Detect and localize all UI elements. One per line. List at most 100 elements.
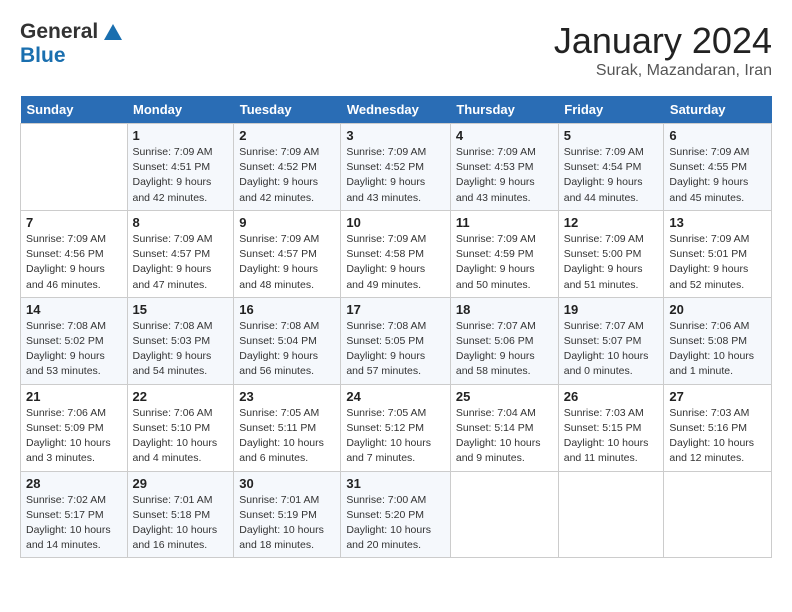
day-number: 1 bbox=[133, 128, 229, 143]
calendar-cell: 11 Sunrise: 7:09 AM Sunset: 4:59 PM Dayli… bbox=[450, 210, 558, 297]
calendar-cell: 1 Sunrise: 7:09 AM Sunset: 4:51 PM Daylig… bbox=[127, 124, 234, 211]
day-number: 13 bbox=[669, 215, 766, 230]
day-number: 2 bbox=[239, 128, 335, 143]
calendar-body: 1 Sunrise: 7:09 AM Sunset: 4:51 PM Daylig… bbox=[21, 124, 772, 558]
calendar-cell: 2Sunrise: 7:09 AM Sunset: 4:52 PM Daylig… bbox=[234, 124, 341, 211]
day-info: Sunrise: 7:04 AM Sunset: 5:14 PM Dayligh… bbox=[456, 406, 553, 467]
calendar-cell: 3 Sunrise: 7:09 AM Sunset: 4:52 PM Daylig… bbox=[341, 124, 451, 211]
day-info: Sunrise: 7:09 AM Sunset: 4:52 PM Dayligh… bbox=[346, 145, 445, 206]
calendar-cell: 14 Sunrise: 7:08 AM Sunset: 5:02 PM Dayli… bbox=[21, 297, 128, 384]
day-number: 25 bbox=[456, 389, 553, 404]
calendar-week-2: 14 Sunrise: 7:08 AM Sunset: 5:02 PM Dayli… bbox=[21, 297, 772, 384]
calendar-cell: 9 Sunrise: 7:09 AM Sunset: 4:57 PM Daylig… bbox=[234, 210, 341, 297]
page-header: General Blue January 2024 Surak, Mazanda… bbox=[20, 20, 772, 80]
day-info: Sunrise: 7:09 AM Sunset: 4:57 PM Dayligh… bbox=[133, 232, 229, 293]
calendar-cell: 10 Sunrise: 7:09 AM Sunset: 4:58 PM Dayli… bbox=[341, 210, 451, 297]
day-number: 6 bbox=[669, 128, 766, 143]
calendar-week-1: 7Sunrise: 7:09 AM Sunset: 4:56 PM Daylig… bbox=[21, 210, 772, 297]
logo-general-text: General bbox=[20, 20, 98, 44]
day-number: 28 bbox=[26, 476, 122, 491]
logo-blue-text: Blue bbox=[20, 44, 66, 67]
weekday-header-monday: Monday bbox=[127, 96, 234, 124]
day-info: Sunrise: 7:09 AM Sunset: 4:53 PM Dayligh… bbox=[456, 145, 553, 206]
calendar-cell: 12 Sunrise: 7:09 AM Sunset: 5:00 PM Dayli… bbox=[558, 210, 664, 297]
day-info: Sunrise: 7:07 AM Sunset: 5:07 PM Dayligh… bbox=[564, 319, 659, 380]
calendar-table: SundayMondayTuesdayWednesdayThursdayFrid… bbox=[20, 96, 772, 558]
calendar-cell: 29 Sunrise: 7:01 AM Sunset: 5:18 PM Dayli… bbox=[127, 471, 234, 558]
day-number: 29 bbox=[133, 476, 229, 491]
calendar-cell bbox=[21, 124, 128, 211]
calendar-cell: 20Sunrise: 7:06 AM Sunset: 5:08 PM Dayli… bbox=[664, 297, 772, 384]
day-info: Sunrise: 7:09 AM Sunset: 4:57 PM Dayligh… bbox=[239, 232, 335, 293]
weekday-header-wednesday: Wednesday bbox=[341, 96, 451, 124]
day-number: 9 bbox=[239, 215, 335, 230]
location-subtitle: Surak, Mazandaran, Iran bbox=[554, 62, 772, 80]
day-info: Sunrise: 7:06 AM Sunset: 5:09 PM Dayligh… bbox=[26, 406, 122, 467]
day-number: 14 bbox=[26, 302, 122, 317]
day-number: 19 bbox=[564, 302, 659, 317]
calendar-cell: 21 Sunrise: 7:06 AM Sunset: 5:09 PM Dayli… bbox=[21, 384, 128, 471]
calendar-cell bbox=[664, 471, 772, 558]
calendar-cell: 8 Sunrise: 7:09 AM Sunset: 4:57 PM Daylig… bbox=[127, 210, 234, 297]
calendar-header: SundayMondayTuesdayWednesdayThursdayFrid… bbox=[21, 96, 772, 124]
day-number: 7 bbox=[26, 215, 122, 230]
weekday-header-sunday: Sunday bbox=[21, 96, 128, 124]
day-number: 27 bbox=[669, 389, 766, 404]
calendar-cell: 15Sunrise: 7:08 AM Sunset: 5:03 PM Dayli… bbox=[127, 297, 234, 384]
day-info: Sunrise: 7:03 AM Sunset: 5:16 PM Dayligh… bbox=[669, 406, 766, 467]
logo-triangle-icon bbox=[102, 22, 124, 42]
weekday-header-thursday: Thursday bbox=[450, 96, 558, 124]
day-info: Sunrise: 7:05 AM Sunset: 5:12 PM Dayligh… bbox=[346, 406, 445, 467]
day-number: 18 bbox=[456, 302, 553, 317]
calendar-cell: 16 Sunrise: 7:08 AM Sunset: 5:04 PM Dayli… bbox=[234, 297, 341, 384]
day-number: 31 bbox=[346, 476, 445, 491]
day-info: Sunrise: 7:02 AM Sunset: 5:17 PM Dayligh… bbox=[26, 493, 122, 554]
calendar-cell: 23 Sunrise: 7:05 AM Sunset: 5:11 PM Dayli… bbox=[234, 384, 341, 471]
calendar-cell: 17Sunrise: 7:08 AM Sunset: 5:05 PM Dayli… bbox=[341, 297, 451, 384]
calendar-cell: 4Sunrise: 7:09 AM Sunset: 4:53 PM Daylig… bbox=[450, 124, 558, 211]
calendar-cell: 5Sunrise: 7:09 AM Sunset: 4:54 PM Daylig… bbox=[558, 124, 664, 211]
day-number: 5 bbox=[564, 128, 659, 143]
day-number: 3 bbox=[346, 128, 445, 143]
day-number: 16 bbox=[239, 302, 335, 317]
day-number: 8 bbox=[133, 215, 229, 230]
day-number: 22 bbox=[133, 389, 229, 404]
calendar-cell bbox=[450, 471, 558, 558]
day-info: Sunrise: 7:03 AM Sunset: 5:15 PM Dayligh… bbox=[564, 406, 659, 467]
day-number: 30 bbox=[239, 476, 335, 491]
calendar-cell: 24 Sunrise: 7:05 AM Sunset: 5:12 PM Dayli… bbox=[341, 384, 451, 471]
calendar-cell: 7Sunrise: 7:09 AM Sunset: 4:56 PM Daylig… bbox=[21, 210, 128, 297]
calendar-cell: 28 Sunrise: 7:02 AM Sunset: 5:17 PM Dayli… bbox=[21, 471, 128, 558]
day-info: Sunrise: 7:06 AM Sunset: 5:10 PM Dayligh… bbox=[133, 406, 229, 467]
day-info: Sunrise: 7:09 AM Sunset: 4:59 PM Dayligh… bbox=[456, 232, 553, 293]
calendar-cell: 25 Sunrise: 7:04 AM Sunset: 5:14 PM Dayli… bbox=[450, 384, 558, 471]
title-block: January 2024 Surak, Mazandaran, Iran bbox=[554, 20, 772, 80]
calendar-week-4: 28 Sunrise: 7:02 AM Sunset: 5:17 PM Dayli… bbox=[21, 471, 772, 558]
day-info: Sunrise: 7:05 AM Sunset: 5:11 PM Dayligh… bbox=[239, 406, 335, 467]
day-number: 17 bbox=[346, 302, 445, 317]
day-info: Sunrise: 7:08 AM Sunset: 5:02 PM Dayligh… bbox=[26, 319, 122, 380]
day-info: Sunrise: 7:00 AM Sunset: 5:20 PM Dayligh… bbox=[346, 493, 445, 554]
calendar-cell: 27 Sunrise: 7:03 AM Sunset: 5:16 PM Dayli… bbox=[664, 384, 772, 471]
day-info: Sunrise: 7:07 AM Sunset: 5:06 PM Dayligh… bbox=[456, 319, 553, 380]
calendar-cell: 31 Sunrise: 7:00 AM Sunset: 5:20 PM Dayli… bbox=[341, 471, 451, 558]
day-number: 21 bbox=[26, 389, 122, 404]
day-info: Sunrise: 7:08 AM Sunset: 5:04 PM Dayligh… bbox=[239, 319, 335, 380]
day-number: 23 bbox=[239, 389, 335, 404]
calendar-cell bbox=[558, 471, 664, 558]
calendar-week-3: 21 Sunrise: 7:06 AM Sunset: 5:09 PM Dayli… bbox=[21, 384, 772, 471]
day-info: Sunrise: 7:09 AM Sunset: 4:51 PM Dayligh… bbox=[133, 145, 229, 206]
day-number: 15 bbox=[133, 302, 229, 317]
calendar-cell: 13Sunrise: 7:09 AM Sunset: 5:01 PM Dayli… bbox=[664, 210, 772, 297]
day-number: 24 bbox=[346, 389, 445, 404]
weekday-header-tuesday: Tuesday bbox=[234, 96, 341, 124]
day-number: 20 bbox=[669, 302, 766, 317]
day-number: 12 bbox=[564, 215, 659, 230]
month-title: January 2024 bbox=[554, 20, 772, 62]
day-info: Sunrise: 7:09 AM Sunset: 4:58 PM Dayligh… bbox=[346, 232, 445, 293]
day-info: Sunrise: 7:01 AM Sunset: 5:18 PM Dayligh… bbox=[133, 493, 229, 554]
day-info: Sunrise: 7:09 AM Sunset: 5:00 PM Dayligh… bbox=[564, 232, 659, 293]
logo: General Blue bbox=[20, 20, 124, 68]
day-number: 10 bbox=[346, 215, 445, 230]
day-number: 11 bbox=[456, 215, 553, 230]
